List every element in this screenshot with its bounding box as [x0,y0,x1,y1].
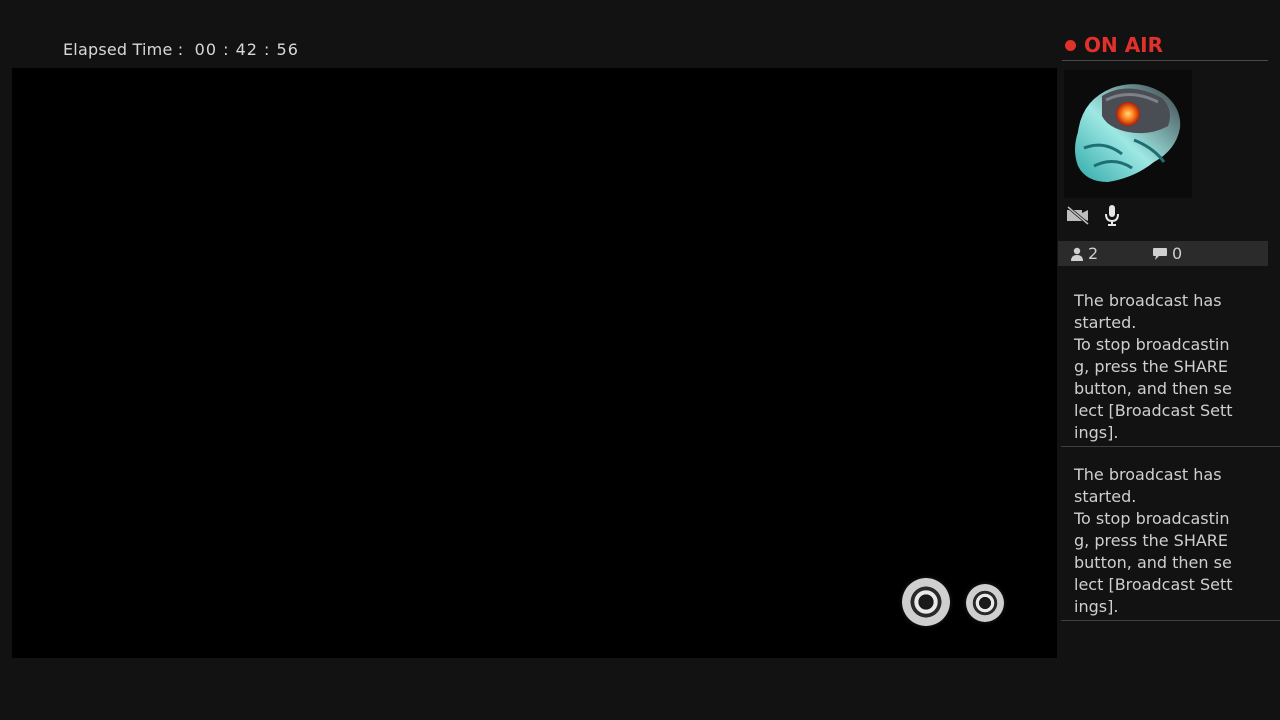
broadcast-message: The broadcast has started. To stop broad… [1074,290,1234,444]
on-air-label: ON AIR [1084,33,1164,57]
viewer-count-value: 2 [1088,244,1099,263]
on-air-indicator: ON AIR [1065,33,1163,57]
broadcast-controls [1066,204,1120,230]
loading-disc-icon [902,578,950,626]
viewer-count: 2 [1070,244,1098,263]
person-icon [1071,247,1083,261]
comment-count: 0 [1152,244,1182,263]
avatar [1064,70,1192,198]
game-view [12,68,1057,658]
loading-disc-icon [966,584,1004,622]
camera-off-icon [1066,205,1090,229]
comment-icon [1153,247,1167,260]
broadcast-sidebar: ON AIR 2 0 The broadcast has started. To… [1058,0,1280,720]
divider [1061,620,1280,621]
microphone-icon [1104,204,1120,230]
broadcast-message-text: The broadcast has started. To stop broad… [1074,465,1233,616]
broadcast-message: The broadcast has started. To stop broad… [1074,464,1234,618]
elapsed-time: Elapsed Time : 00 : 42 : 56 [63,40,299,59]
elapsed-value: 00 : 42 : 56 [194,40,299,59]
elapsed-label: Elapsed Time : [63,40,184,59]
divider [1062,60,1268,61]
helmet-avatar-icon [1075,84,1181,182]
divider [1061,446,1280,447]
live-dot-icon [1065,39,1076,51]
comment-count-value: 0 [1172,244,1183,263]
broadcast-message-text: The broadcast has started. To stop broad… [1074,291,1233,442]
broadcast-stats: 2 0 [1058,241,1268,266]
